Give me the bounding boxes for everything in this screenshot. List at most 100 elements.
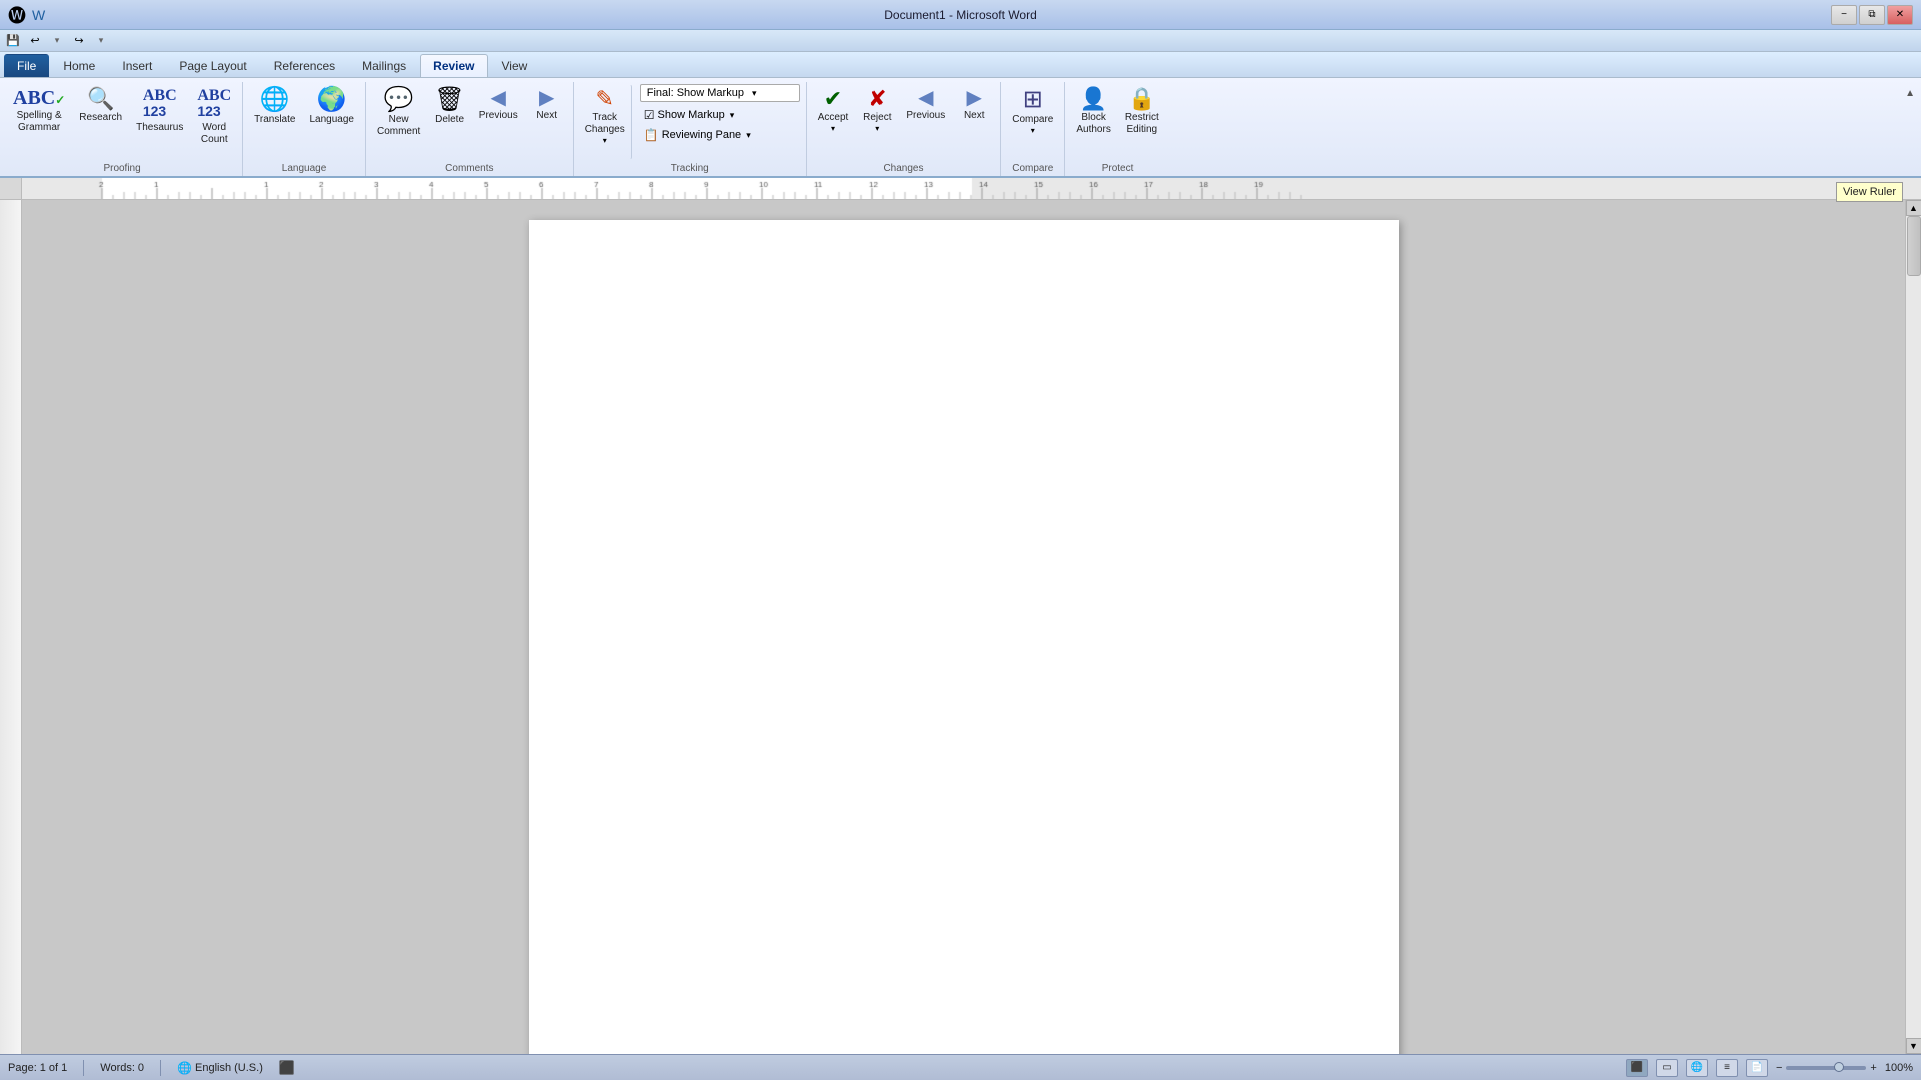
accept-button[interactable]: ✔ Accept ▾ [813, 84, 854, 137]
words-value: 0 [138, 1062, 144, 1074]
previous-change-label: Previous [906, 110, 945, 122]
language-icon: 🌍 [317, 88, 347, 112]
draft-view-button[interactable]: 📄 [1746, 1059, 1768, 1077]
reviewing-pane-icon: 📋 [644, 128, 659, 142]
undo-icon[interactable]: ↩ [26, 32, 44, 50]
page-value: 1 of 1 [40, 1062, 68, 1074]
page-status: Page: 1 of 1 [8, 1062, 67, 1074]
show-markup-button[interactable]: ☑ Show Markup ▾ [640, 106, 800, 124]
translate-icon: 🌐 [260, 88, 290, 112]
full-screen-view-button[interactable]: ▭ [1656, 1059, 1678, 1077]
zoom-out-icon[interactable]: − [1776, 1062, 1782, 1074]
markup-dropdown-arrow: ▾ [752, 88, 757, 99]
show-markup-arrow-icon: ▾ [730, 110, 735, 121]
track-changes-button[interactable]: ✎ TrackChanges ▾ [580, 84, 632, 160]
close-button[interactable]: ✕ [1887, 5, 1913, 25]
tab-view[interactable]: View [489, 54, 541, 77]
scroll-track[interactable] [1906, 216, 1921, 1038]
undo-arrow-icon[interactable]: ▾ [48, 32, 66, 50]
document-page[interactable] [529, 220, 1399, 1054]
word-count-button[interactable]: ABC123 WordCount [192, 84, 236, 150]
spelling-grammar-button[interactable]: ABC✓ Spelling &Grammar [8, 84, 70, 138]
tab-review[interactable]: Review [420, 54, 487, 77]
markup-dropdown[interactable]: Final: Show Markup ▾ [640, 84, 800, 102]
ruler-corner [0, 178, 22, 200]
redo-icon[interactable]: ↪ [70, 32, 88, 50]
new-comment-button[interactable]: 💬 NewComment [372, 84, 425, 142]
tab-file[interactable]: File [4, 54, 49, 77]
compare-arrow-icon: ▾ [1031, 126, 1035, 135]
zoom-slider[interactable]: − + [1776, 1062, 1877, 1074]
group-protect: 👤 BlockAuthors 🔒 RestrictEditing Protect [1065, 82, 1169, 176]
track-changes-arrow-icon: ▾ [603, 136, 607, 145]
word-count-label: WordCount [201, 122, 228, 146]
zoom-in-icon[interactable]: + [1870, 1062, 1876, 1074]
translate-label: Translate [254, 114, 295, 126]
group-proofing: ABC✓ Spelling &Grammar 🔍 Research ABC123… [2, 82, 243, 176]
view-ruler-tooltip-text: View Ruler [1843, 186, 1896, 198]
markup-dropdown-label: Final: Show Markup [647, 87, 744, 99]
tab-insert[interactable]: Insert [109, 54, 165, 77]
scroll-down-button[interactable]: ▼ [1906, 1038, 1921, 1054]
compare-icon: ⊞ [1023, 88, 1043, 112]
main-area: ▲ ▼ [0, 200, 1921, 1054]
restrict-editing-button[interactable]: 🔒 RestrictEditing [1120, 84, 1164, 140]
language-button[interactable]: 🌍 Language [304, 84, 359, 130]
scroll-thumb[interactable] [1907, 216, 1921, 276]
reject-label: Reject [863, 112, 891, 124]
ribbon-tab-bar: File Home Insert Page Layout References … [0, 52, 1921, 78]
reviewing-pane-button[interactable]: 📋 Reviewing Pane ▾ [640, 126, 800, 144]
thesaurus-button[interactable]: ABC123 Thesaurus [131, 84, 188, 138]
compare-label: Compare [1012, 114, 1053, 126]
compare-button[interactable]: ⊞ Compare ▾ [1007, 84, 1058, 139]
research-button[interactable]: 🔍 Research [74, 84, 127, 128]
zoom-track[interactable] [1786, 1066, 1866, 1070]
outline-view-button[interactable]: ≡ [1716, 1059, 1738, 1077]
next-change-button[interactable]: ▶ Next [954, 84, 994, 126]
accept-arrow-icon: ▾ [831, 124, 835, 133]
scroll-up-button[interactable]: ▲ [1906, 200, 1921, 216]
scroll-area[interactable] [22, 200, 1905, 1054]
reject-button[interactable]: ✘ Reject ▾ [857, 84, 897, 137]
zoom-thumb[interactable] [1834, 1062, 1844, 1072]
previous-comment-button[interactable]: ◀ Previous [474, 84, 523, 126]
next-change-label: Next [964, 110, 985, 122]
next-comment-label: Next [536, 110, 557, 122]
vertical-scrollbar[interactable]: ▲ ▼ [1905, 200, 1921, 1054]
accept-label: Accept [818, 112, 849, 124]
tab-mailings[interactable]: Mailings [349, 54, 419, 77]
save-icon[interactable]: 💾 [4, 32, 22, 50]
next-comment-icon: ▶ [539, 88, 554, 108]
tab-page-layout[interactable]: Page Layout [166, 54, 259, 77]
word-count-icon: ABC123 [197, 88, 231, 120]
block-authors-button[interactable]: 👤 BlockAuthors [1071, 84, 1115, 140]
zoom-percent[interactable]: 100% [1885, 1062, 1913, 1074]
show-markup-icon: ☑ [644, 108, 655, 122]
tab-home[interactable]: Home [50, 54, 108, 77]
research-label: Research [79, 112, 122, 124]
print-layout-view-button[interactable]: ⬛ [1626, 1059, 1648, 1077]
group-compare: ⊞ Compare ▾ Compare [1001, 82, 1065, 176]
spelling-icon: ABC✓ [13, 88, 65, 108]
delete-button[interactable]: 🗑 Delete [429, 84, 469, 130]
status-right: ⬛ ▭ 🌐 ≡ 📄 − + 100% [1626, 1059, 1913, 1077]
web-layout-view-button[interactable]: 🌐 [1686, 1059, 1708, 1077]
previous-change-button[interactable]: ◀ Previous [901, 84, 950, 126]
ribbon: ABC✓ Spelling &Grammar 🔍 Research ABC123… [0, 78, 1921, 178]
collapse-ribbon-button[interactable]: ▲ [1901, 86, 1919, 101]
show-markup-label: Show Markup [658, 109, 725, 121]
quick-access-toolbar: 💾 ↩ ▾ ↪ ▾ [0, 30, 1921, 52]
new-comment-label: NewComment [377, 114, 420, 138]
horizontal-ruler [22, 178, 1921, 200]
restore-button[interactable]: ⧉ [1859, 5, 1885, 25]
group-language: 🌐 Translate 🌍 Language Language [243, 82, 366, 176]
new-comment-icon: 💬 [384, 88, 414, 112]
minimize-button[interactable]: − [1831, 5, 1857, 25]
macro-icon: ⬛ [279, 1060, 295, 1076]
customize-icon[interactable]: ▾ [92, 32, 110, 50]
track-changes-icon: ✎ [596, 88, 614, 110]
translate-button[interactable]: 🌐 Translate [249, 84, 300, 130]
tab-references[interactable]: References [261, 54, 348, 77]
language-status: 🌐 English (U.S.) [177, 1061, 263, 1075]
next-comment-button[interactable]: ▶ Next [527, 84, 567, 126]
